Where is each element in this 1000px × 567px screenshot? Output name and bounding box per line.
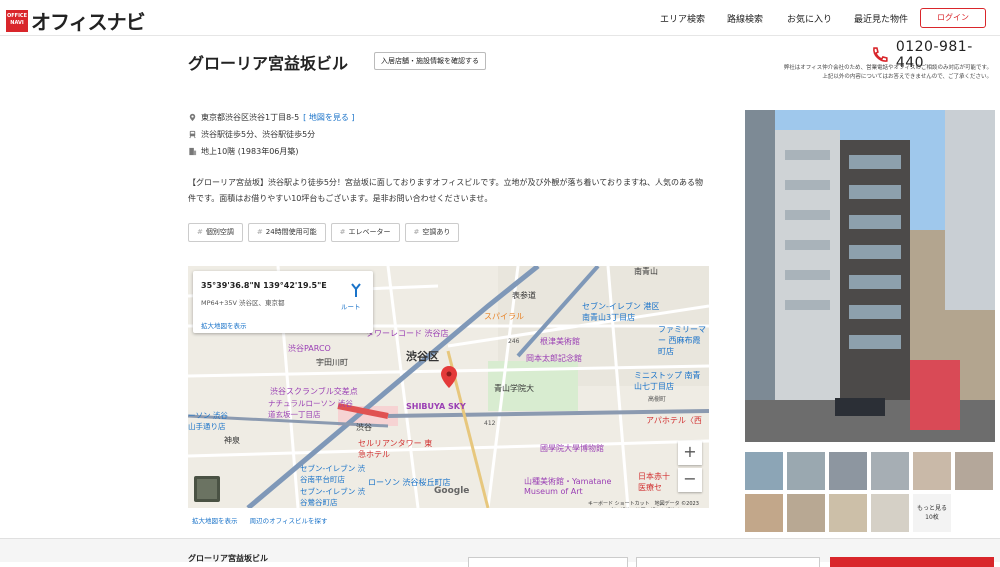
hash-icon: #: [197, 228, 203, 236]
phone-note-line-2: 上記以外の内容についてはお答えできませんので、ご了承ください。: [822, 74, 992, 80]
map-route-link[interactable]: ルート: [341, 301, 361, 311]
hash-icon: #: [339, 228, 346, 236]
map-label-spiral: スパイラル: [484, 312, 524, 321]
map-label-udagawa: 宇田川町: [316, 358, 348, 367]
train-icon: [189, 130, 196, 139]
address-text: 東京都渋谷区渋谷1丁目8-5: [201, 113, 300, 122]
map-label-seven-3: セブン-イレブン 港区南青山3丁目店: [582, 302, 660, 322]
map-label-familymart: ファミリーマー 西麻布霞町店: [658, 325, 706, 356]
thumbnail-10[interactable]: [871, 494, 909, 532]
nav-line-search[interactable]: 路線検索: [727, 12, 763, 25]
thumbnail-2[interactable]: [787, 452, 825, 490]
site-logo[interactable]: OFFICE NAVI オフィスナビ: [6, 6, 146, 35]
map-label-cerulean: セルリアンタワー 東急ホテル: [358, 439, 433, 459]
map-label-scramble: 渋谷スクランブル交差点: [270, 387, 358, 396]
thumbnail-7[interactable]: [745, 494, 783, 532]
map-label-ministop: ミニストップ 南青山七丁目店: [634, 371, 701, 391]
tag-individual-ac[interactable]: # 個別空調: [188, 223, 243, 242]
site-header: OFFICE NAVI オフィスナビ エリア検索 路線検索 お気に入り 最近見た…: [0, 0, 1000, 36]
building-photo-image: [745, 110, 995, 442]
map-plus-code: MP64+35V 渋谷区、東京都: [201, 299, 285, 307]
map-label-nezu: 根津美術館: [540, 337, 580, 346]
map-label-okamoto: 岡本太郎記念館: [526, 354, 582, 363]
nav-favorites[interactable]: お気に入り: [787, 12, 832, 25]
confirm-facilities-button[interactable]: 入居店舗・施設情報を確認する: [374, 52, 486, 70]
thumbnail-3[interactable]: [829, 452, 867, 490]
map-enlarge-link[interactable]: 拡大地図を表示: [201, 320, 247, 330]
more-photos-label: もっと見る: [916, 505, 947, 512]
feature-tags: # 個別空調 #24時間使用可能 # エレベーター # 空調あり: [188, 223, 460, 242]
page-title: グローリア宮益坂ビル: [188, 54, 349, 73]
thumbnail-9[interactable]: [829, 494, 867, 532]
floors-text: 地上10階 (1983年06月築): [201, 147, 299, 156]
thumbnail-6[interactable]: [955, 452, 993, 490]
map-label-lawson-left: ーソン 渋谷 山手通り店: [188, 411, 228, 431]
map-coordinates: 35°39'36.8"N 139°42'19.5"E: [201, 281, 327, 290]
thumbnail-1[interactable]: [745, 452, 783, 490]
nav-area-search[interactable]: エリア検索: [660, 12, 705, 25]
sticky-bottom-bar: グローリア宮益坂ビル: [0, 538, 1000, 567]
satellite-layer-icon[interactable]: [194, 476, 220, 502]
phone-note-line-1: 弊社はオフィス仲介会社のため、営業電話やオフィスのご相談のみ対応が可能です。: [783, 65, 992, 71]
map-label-yamatane: 山種美術館・Yamatane Museum of Art: [524, 477, 612, 496]
map-label-kokugakuin: 國學院大學博物館: [540, 444, 604, 453]
phone-note: 弊社はオフィス仲介会社のため、営業電話やオフィスのご相談のみ対応が可能です。 上…: [760, 64, 992, 82]
below-map-links: 拡大地図を表示 周辺のオフィスビルを探す: [192, 515, 327, 525]
map-label-nihon-sekijuji: 日本赤十 医療セ: [638, 472, 670, 492]
view-map-link[interactable]: [ 地図を見る ]: [303, 112, 354, 123]
login-button[interactable]: ログイン: [920, 8, 986, 28]
thumbnail-5[interactable]: [913, 452, 951, 490]
enlarge-map-link[interactable]: 拡大地図を表示: [192, 517, 238, 525]
more-photos-count: 10枚: [925, 514, 939, 521]
map-label-tower-records: タワーレコード 渋谷店: [366, 329, 449, 338]
map-label-shibuya-station: 渋谷: [356, 423, 372, 432]
tag-elevator[interactable]: # エレベーター: [330, 223, 400, 242]
nav-recently-viewed[interactable]: 最近見た物件: [854, 12, 908, 25]
map-label-parco: 渋谷PARCO: [288, 344, 331, 353]
address-row: 東京都渋谷区渋谷1丁目8-5 [ 地図を見る ]: [188, 112, 354, 123]
map-label-natural-lawson: ナチュラルローソン 渋谷道玄坂一丁目店: [268, 399, 353, 419]
logo-badge: OFFICE NAVI: [6, 9, 28, 32]
map-label-road-412: 412: [484, 420, 496, 427]
hash-icon: #: [413, 228, 420, 236]
bottom-inquiry-button[interactable]: [830, 557, 994, 567]
building-description: 【グローリア宮益坂】渋谷駅より徒歩5分！宮益坂に面しておりますオフィスビルです。…: [188, 178, 704, 203]
hash-icon: #: [256, 228, 263, 236]
tag-ac[interactable]: # 空調あり: [404, 223, 460, 242]
map-label-minami-aoyama: 南青山: [634, 267, 658, 276]
access-text: 渋谷駅徒歩5分、渋谷駅徒歩5分: [201, 130, 316, 139]
map-label-seven-2: セブン-イレブン 渋谷鶯谷町店: [300, 487, 366, 507]
map-label-kamiizumi: 神泉: [224, 436, 240, 445]
tag-24h[interactable]: #24時間使用可能: [247, 223, 326, 242]
bottom-action-1[interactable]: [468, 557, 628, 567]
map-footer: キーボード ショートカット 地図データ ©2023 Google 利用規約 地図…: [588, 501, 699, 507]
access-row: 渋谷駅徒歩5分、渋谷駅徒歩5分: [188, 129, 315, 140]
map-label-shibuya-ku: 渋谷区: [406, 350, 439, 363]
logo-text: オフィスナビ: [31, 10, 146, 34]
phone-icon: [873, 47, 888, 62]
thumbnail-4[interactable]: [871, 452, 909, 490]
location-pin-icon: [189, 113, 196, 122]
google-map[interactable]: 渋谷区 タワーレコード 渋谷店 渋谷PARCO 宇田川町 渋谷スクランブル交差点…: [188, 266, 709, 508]
bottom-action-2[interactable]: [636, 557, 820, 567]
nearby-buildings-link[interactable]: 周辺のオフィスビルを探す: [250, 517, 328, 525]
zoom-in-button[interactable]: +: [678, 441, 702, 465]
building-main-photo[interactable]: [745, 110, 995, 442]
google-logo: Google: [434, 486, 470, 496]
map-label-shibuya-sky: SHIBUYA SKY: [406, 402, 466, 411]
thumbnail-8[interactable]: [787, 494, 825, 532]
floors-row: 地上10階 (1983年06月築): [188, 146, 299, 157]
map-label-omotesando: 表参道: [512, 291, 536, 300]
map-label-seven-1: セブン-イレブン 渋谷南平台町店: [300, 464, 366, 484]
map-label-kotsu: 高樹町: [648, 396, 667, 403]
more-photos-button[interactable]: もっと見る 10枚: [913, 494, 951, 532]
route-icon[interactable]: [349, 281, 363, 299]
map-label-road-246: 246: [508, 338, 520, 345]
map-label-apa: アパホテル〈西: [646, 416, 702, 425]
bottom-building-name: グローリア宮益坂ビル: [188, 554, 268, 563]
map-info-card: 35°39'36.8"N 139°42'19.5"E MP64+35V 渋谷区、…: [193, 271, 373, 333]
map-label-aoyama-gakuin: 青山学院大: [494, 384, 534, 393]
building-icon: [189, 147, 197, 156]
zoom-out-button[interactable]: −: [678, 468, 702, 492]
